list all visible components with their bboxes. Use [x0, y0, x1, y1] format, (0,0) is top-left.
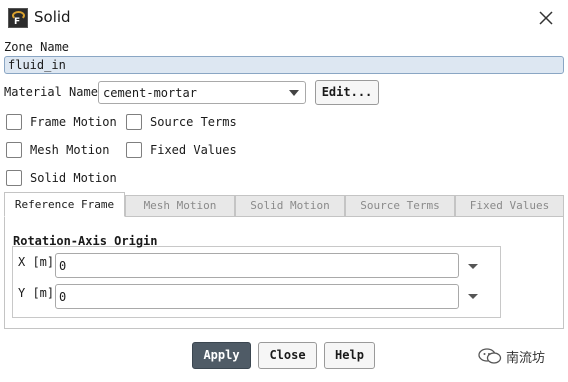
tab-strip: Reference Frame Mesh Motion Solid Motion…: [4, 192, 564, 217]
tab-fixed-values[interactable]: Fixed Values: [455, 195, 564, 217]
rotation-axis-origin-title: Rotation-Axis Origin: [13, 234, 158, 248]
zone-name-label: Zone Name: [4, 40, 70, 54]
wechat-icon: [478, 348, 502, 364]
fixed-values-checkbox[interactable]: [126, 142, 142, 158]
mesh-motion-checkbox[interactable]: [6, 142, 22, 158]
source-terms-checkbox[interactable]: [126, 114, 142, 130]
solid-motion-label: Solid Motion: [30, 171, 117, 185]
fixed-values-label: Fixed Values: [150, 143, 237, 157]
watermark-text: 南流坊: [506, 351, 546, 366]
fluent-app-icon: F: [8, 8, 28, 28]
y-coordinate-label: Y [m]: [18, 286, 55, 300]
y-coordinate-input[interactable]: [55, 284, 459, 309]
tab-mesh-motion[interactable]: Mesh Motion: [125, 195, 235, 217]
material-selected-value: cement-mortar: [103, 86, 197, 100]
frame-motion-label: Frame Motion: [30, 115, 117, 129]
zone-name-input[interactable]: [4, 56, 564, 74]
apply-button[interactable]: Apply: [192, 342, 251, 369]
x-coordinate-input[interactable]: [55, 253, 459, 278]
y-parameter-dropdown-icon[interactable]: [468, 294, 478, 299]
edit-material-button[interactable]: Edit...: [315, 80, 379, 105]
close-button[interactable]: Close: [258, 342, 317, 369]
dropdown-arrow-icon: [289, 90, 299, 96]
help-button[interactable]: Help: [324, 342, 375, 369]
tab-source-terms[interactable]: Source Terms: [345, 195, 455, 217]
tab-solid-motion[interactable]: Solid Motion: [235, 195, 345, 217]
tab-reference-frame[interactable]: Reference Frame: [4, 192, 125, 217]
material-name-label: Material Name: [4, 85, 98, 99]
app-icon-letter: F: [14, 17, 21, 27]
close-icon: [539, 11, 553, 25]
title-bar: F Solid: [0, 0, 568, 36]
x-coordinate-label: X [m]: [18, 255, 55, 269]
x-parameter-dropdown-icon[interactable]: [468, 264, 478, 269]
window-title: Solid: [34, 8, 71, 26]
solid-motion-checkbox[interactable]: [6, 170, 22, 186]
source-terms-label: Source Terms: [150, 115, 237, 129]
material-name-dropdown[interactable]: cement-mortar: [98, 81, 306, 104]
mesh-motion-label: Mesh Motion: [30, 143, 110, 157]
close-window-button[interactable]: [534, 6, 558, 30]
frame-motion-checkbox[interactable]: [6, 114, 22, 130]
